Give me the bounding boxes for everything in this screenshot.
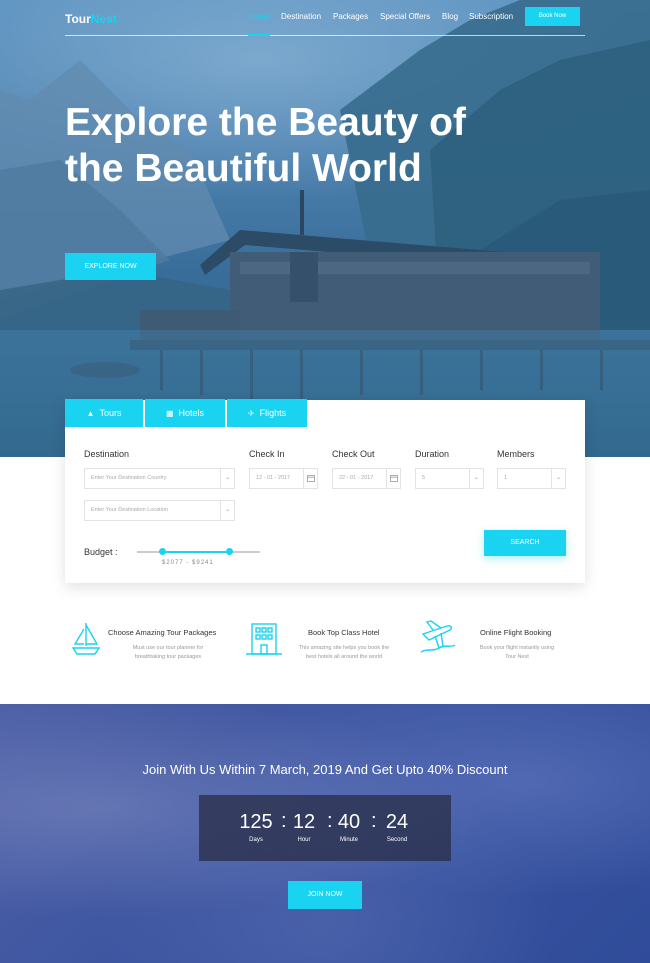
explore-now-button[interactable]: EXPLORE NOW <box>65 253 156 280</box>
chevron-down-icon: ⌄ <box>469 469 483 488</box>
tab-tours-label: Tours <box>99 408 122 418</box>
tab-flights-label: Flights <box>259 408 287 418</box>
budget-range-value: $2077 - $9241 <box>162 560 214 566</box>
logo-text: Tour <box>65 12 91 26</box>
calendar-icon[interactable] <box>386 469 400 488</box>
tab-tours[interactable]: ▲ Tours <box>65 399 143 427</box>
nav-link-special-offers[interactable]: Special Offers <box>380 12 430 21</box>
duration-select[interactable]: 5 ⌄ <box>415 468 484 489</box>
book-now-button[interactable]: Book Now <box>525 7 580 26</box>
countdown-minutes-label: Minute <box>339 837 358 843</box>
duration-value: 5 <box>422 475 426 481</box>
budget-slider-max-handle[interactable] <box>226 548 233 555</box>
hotel-icon: ▦ <box>165 409 174 418</box>
countdown-days: 125 <box>239 811 273 833</box>
nav-link-packages[interactable]: Packages <box>333 12 368 21</box>
nav-link-blog[interactable]: Blog <box>442 12 458 21</box>
logo[interactable]: TourNest <box>65 12 117 26</box>
countdown-seconds: 24 <box>385 811 409 833</box>
chevron-down-icon: ⌄ <box>220 469 234 488</box>
airplane-icon <box>420 620 456 653</box>
destination-label: Destination <box>84 449 130 459</box>
top-navigation: TourNest Home Destination Packages Speci… <box>0 0 650 36</box>
budget-slider-min-handle[interactable] <box>159 548 166 555</box>
logo-accent-text: Nest <box>90 12 117 26</box>
nav-link-destination[interactable]: Destination <box>281 12 321 21</box>
countdown-days-label: Days <box>249 837 263 843</box>
nav-divider <box>65 35 585 36</box>
hero-overlay <box>0 0 650 457</box>
members-label: Members <box>497 449 535 459</box>
feature-title: Choose Amazing Tour Packages <box>108 628 217 637</box>
plane-icon: ✈ <box>247 409 255 418</box>
check-in-date-field[interactable]: 12 - 01 - 2017 <box>249 468 318 489</box>
check-in-value: 12 - 01 - 2017 <box>256 475 291 481</box>
budget-label: Budget : <box>84 547 118 557</box>
sailboat-icon <box>71 623 101 655</box>
feature-description: Book your flight instantly using Tour Ne… <box>479 645 555 660</box>
check-in-label: Check In <box>249 449 285 459</box>
check-out-label: Check Out <box>332 449 375 459</box>
feature-title: Online Flight Booking <box>480 628 552 637</box>
join-now-button[interactable]: JOIN NOW <box>288 881 362 909</box>
hotel-building-icon <box>246 623 282 655</box>
destination-country-placeholder: Enter Your Destination Country <box>91 475 167 481</box>
duration-label: Duration <box>415 449 450 459</box>
chevron-down-icon: ⌄ <box>551 469 565 488</box>
countdown-minutes: 40 <box>337 811 361 833</box>
budget-slider-range <box>162 551 230 553</box>
tab-flights[interactable]: ✈ Flights <box>227 399 307 427</box>
countdown-title: Join With Us Within 7 March, 2019 And Ge… <box>142 762 508 777</box>
feature-description: Must use our tour planner for breathtaki… <box>132 645 204 660</box>
bell-icon: ▲ <box>86 409 95 418</box>
hero-section <box>0 0 650 457</box>
search-button[interactable]: SEARCH <box>484 530 566 556</box>
nav-link-home[interactable]: Home <box>249 12 270 21</box>
calendar-icon[interactable] <box>303 469 317 488</box>
countdown-timer: 125 : 12 : 40 : 24 Days Hour Minute Seco… <box>199 795 451 861</box>
check-out-date-field[interactable]: 22 - 01 - 2017 <box>332 468 401 489</box>
countdown-section: Join With Us Within 7 March, 2019 And Ge… <box>0 704 650 963</box>
nav-link-subscription[interactable]: Subscription <box>469 12 513 21</box>
members-select[interactable]: 1 ⌄ <box>497 468 566 489</box>
tab-hotels[interactable]: ▦ Hotels <box>145 399 225 427</box>
countdown-hours: 12 <box>292 811 316 833</box>
members-value: 1 <box>504 475 508 481</box>
hero-title: Explore the Beauty of the Beautiful Worl… <box>65 101 466 190</box>
feature-title: Book Top Class Hotel <box>308 628 380 637</box>
tab-hotels-label: Hotels <box>178 408 205 418</box>
check-out-value: 22 - 01 - 2017 <box>339 475 374 481</box>
destination-country-select[interactable]: Enter Your Destination Country ⌄ <box>84 468 235 489</box>
search-panel: ▲ Tours ▦ Hotels ✈ Flights Destination Chec… <box>65 399 585 583</box>
chevron-down-icon: ⌄ <box>220 501 234 520</box>
nav-active-indicator <box>248 34 270 36</box>
countdown-seconds-label: Second <box>386 837 408 843</box>
countdown-hours-label: Hour <box>297 837 311 843</box>
feature-description: This amazing site helps you book the bes… <box>298 645 390 660</box>
destination-location-select[interactable]: Enter Your Destination Location ⌄ <box>84 500 235 521</box>
destination-location-placeholder: Enter Your Destination Location <box>91 507 169 513</box>
